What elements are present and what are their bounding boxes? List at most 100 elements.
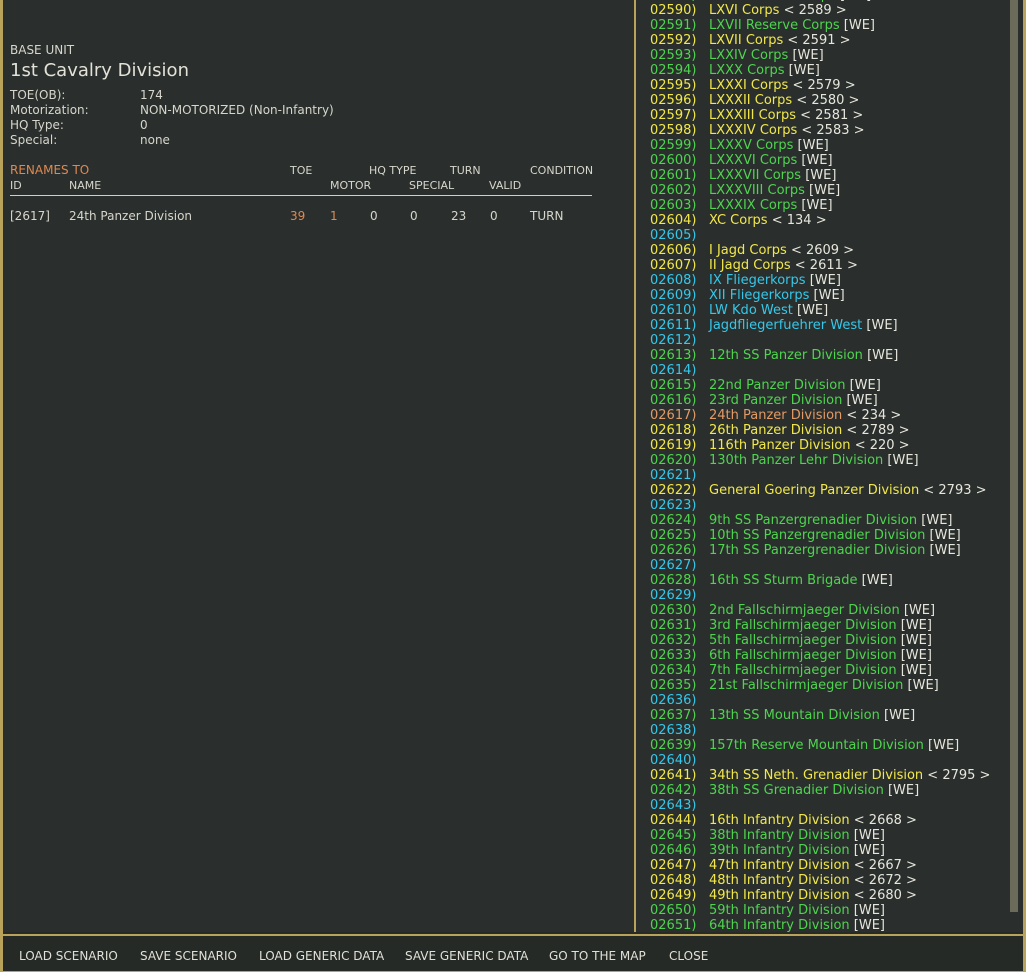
save-generic-data-button[interactable]: SAVE GENERIC DATA [405, 949, 528, 963]
unit-list-item-name: 13th SS Mountain Division [709, 708, 880, 723]
unit-list-item[interactable]: 02629) [650, 588, 709, 603]
unit-list-item[interactable]: 02593) LXXIV Corps [WE] [650, 48, 824, 63]
unit-list-item[interactable]: 02595) LXXXI Corps < 2579 > [650, 78, 856, 93]
unit-list-item[interactable]: 02639) 157th Reserve Mountain Division [W… [650, 738, 959, 753]
unit-list-item[interactable]: 02617) 24th Panzer Division < 234 > [650, 408, 901, 423]
unit-list-item-name: 24th Panzer Division [709, 408, 843, 423]
unit-list-item[interactable]: 02638) [650, 723, 709, 738]
unit-list-item[interactable]: 02603) LXXXIX Corps [WE] [650, 198, 833, 213]
unit-list-item-id: 02648) [650, 873, 697, 888]
unit-list-item[interactable]: 02602) LXXXVIII Corps [WE] [650, 183, 840, 198]
unit-list-item[interactable]: 02623) [650, 498, 709, 513]
unit-list-item[interactable]: 02642) 38th SS Grenadier Division [WE] [650, 783, 919, 798]
unit-list-item[interactable]: 02641) 34th SS Neth. Grenadier Division <… [650, 768, 990, 783]
unit-list-item[interactable]: 02647) 47th Infantry Division < 2667 > [650, 858, 917, 873]
go-to-map-button[interactable]: GO TO THE MAP [549, 949, 646, 963]
load-generic-data-button[interactable]: LOAD GENERIC DATA [259, 949, 384, 963]
unit-list-item[interactable]: 02630) 2nd Fallschirmjaeger Division [WE] [650, 603, 935, 618]
unit-list-item[interactable]: 02610) LW Kdo West [WE] [650, 303, 828, 318]
unit-list-item[interactable]: 02620) 130th Panzer Lehr Division [WE] [650, 453, 919, 468]
unit-list-item-name: 7th Fallschirmjaeger Division [709, 663, 897, 678]
unit-list-item[interactable]: 02611) Jagdfliegerfuehrer West [WE] [650, 318, 898, 333]
unit-list-item[interactable]: 02607) II Jagd Corps < 2611 > [650, 258, 858, 273]
unit-list-item-status: [WE] [805, 168, 837, 183]
unit-list-item[interactable]: 02624) 9th SS Panzergrenadier Division [W… [650, 513, 953, 528]
unit-list-item[interactable]: 02599) LXXXV Corps [WE] [650, 138, 829, 153]
unit-list-item[interactable]: 02637) 13th SS Mountain Division [WE] [650, 708, 915, 723]
unit-list-item[interactable]: 02651) 64th Infantry Division [WE] [650, 918, 885, 932]
unit-list-item[interactable]: 02649) 49th Infantry Division < 2680 > [650, 888, 917, 903]
unit-list-item[interactable]: 02631) 3rd Fallschirmjaeger Division [WE] [650, 618, 932, 633]
unit-list-panel: 02589)LXVI Reserve Corps [WE]02590)LXVI … [636, 0, 1023, 932]
unit-list-item-id: 02610) [650, 303, 697, 318]
unit-list-item[interactable]: 02609) XII Fliegerkorps [WE] [650, 288, 845, 303]
unit-list-item-name: 38th SS Grenadier Division [709, 783, 884, 798]
unit-list-item[interactable]: 02619) 116th Panzer Division < 220 > [650, 438, 910, 453]
rename-toe[interactable]: 39 [290, 209, 305, 223]
close-button[interactable]: CLOSE [669, 949, 708, 963]
unit-list-item-id: 02597) [650, 108, 697, 123]
unit-list-item-id: 02599) [650, 138, 697, 153]
unit-list-item-status: [WE] [801, 153, 833, 168]
rename-turn: 23 [451, 209, 467, 223]
unit-list-item-name: 5th Fallschirmjaeger Division [709, 633, 897, 648]
unit-list-item[interactable]: 02612) [650, 333, 709, 348]
unit-list-item-status: < 2609 > [790, 243, 855, 258]
unit-list-item[interactable]: 02622) General Goering Panzer Division < … [650, 483, 987, 498]
unit-list-item-id: 02611) [650, 318, 697, 333]
unit-list-item[interactable]: 02616) 23rd Panzer Division [WE] [650, 393, 878, 408]
unit-list-item-name: 64th Infantry Division [709, 918, 850, 932]
unit-list-item[interactable]: 02635) 21st Fallschirmjaeger Division [WE… [650, 678, 939, 693]
unit-list-item-status: [WE] [797, 303, 829, 318]
unit-list-item[interactable]: 02648) 48th Infantry Division < 2672 > [650, 873, 917, 888]
unit-list-item[interactable]: 02650) 59th Infantry Division [WE] [650, 903, 885, 918]
unit-list-item[interactable]: 02598) LXXXIV Corps < 2583 > [650, 123, 865, 138]
unit-list-item[interactable]: 02594) LXXX Corps [WE] [650, 63, 820, 78]
unit-list-item[interactable]: 02645) 38th Infantry Division [WE] [650, 828, 885, 843]
unit-list-item[interactable]: 02604) XC Corps < 134 > [650, 213, 827, 228]
unit-list-item-name: 12th SS Panzer Division [709, 348, 863, 363]
unit-list-item-id: 02650) [650, 903, 697, 918]
unit-list-item[interactable]: 02636) [650, 693, 709, 708]
unit-detail-panel: BASE UNIT 1st Cavalry Division TOE(OB): … [3, 0, 634, 932]
unit-list-scrollbar[interactable] [1010, 0, 1018, 912]
unit-list-item[interactable]: 02633) 6th Fallschirmjaeger Division [WE] [650, 648, 932, 663]
unit-list-item[interactable]: 02628) 16th SS Sturm Brigade [WE] [650, 573, 893, 588]
unit-list-item[interactable]: 02627) [650, 558, 709, 573]
load-scenario-button[interactable]: LOAD SCENARIO [19, 949, 118, 963]
unit-list-item[interactable]: 02592) LXVII Corps < 2591 > [650, 33, 851, 48]
unit-list-item[interactable]: 02643) [650, 798, 709, 813]
unit-list-item[interactable]: 02590) LXVI Corps < 2589 > [650, 3, 847, 18]
unit-list-item-id: 02630) [650, 603, 697, 618]
unit-list-item[interactable]: 02600) LXXXVI Corps [WE] [650, 153, 833, 168]
unit-list-item[interactable]: 02613) 12th SS Panzer Division [WE] [650, 348, 898, 363]
unit-list-item[interactable]: 02591) LXVII Reserve Corps [WE] [650, 18, 875, 33]
unit-list-item-status: [WE] [813, 288, 845, 303]
unit-list-item[interactable]: 02606) I Jagd Corps < 2609 > [650, 243, 854, 258]
unit-list-item-id: 02631) [650, 618, 697, 633]
unit-list-item[interactable]: 02608) IX Fliegerkorps [WE] [650, 273, 841, 288]
unit-list-item[interactable]: 02614) [650, 363, 709, 378]
unit-list-item[interactable]: 02640) [650, 753, 709, 768]
unit-list-item[interactable]: 02644) 16th Infantry Division < 2668 > [650, 813, 917, 828]
unit-list-item[interactable]: 02596) LXXXII Corps < 2580 > [650, 93, 859, 108]
unit-list-item[interactable]: 02625) 10th SS Panzergrenadier Division [… [650, 528, 961, 543]
save-scenario-button[interactable]: SAVE SCENARIO [140, 949, 237, 963]
unit-list-item[interactable]: 02618) 26th Panzer Division < 2789 > [650, 423, 910, 438]
unit-list-item-status: [WE] [900, 648, 932, 663]
unit-list-item-id: 02624) [650, 513, 697, 528]
unit-list-item-name: 21st Fallschirmjaeger Division [709, 678, 904, 693]
unit-list-item[interactable]: 02646) 39th Infantry Division [WE] [650, 843, 885, 858]
unit-list-item[interactable]: 02632) 5th Fallschirmjaeger Division [WE] [650, 633, 932, 648]
motorization-label: Motorization: [10, 103, 89, 117]
unit-list-item[interactable]: 02601) LXXXVII Corps [WE] [650, 168, 836, 183]
unit-list-item[interactable]: 02605) [650, 228, 709, 243]
unit-list-item[interactable]: 02621) [650, 468, 709, 483]
unit-list-item[interactable]: 02597) LXXXIII Corps < 2581 > [650, 108, 863, 123]
rename-motor[interactable]: 1 [330, 209, 338, 223]
unit-list-item[interactable]: 02615) 22nd Panzer Division [WE] [650, 378, 881, 393]
unit-list-item[interactable]: 02626) 17th SS Panzergrenadier Division [… [650, 543, 961, 558]
unit-list-item-name: Jagdfliegerfuehrer West [709, 318, 867, 333]
unit-list-item[interactable]: 02634) 7th Fallschirmjaeger Division [WE] [650, 663, 932, 678]
unit-list-item-status: [WE] [921, 513, 953, 528]
